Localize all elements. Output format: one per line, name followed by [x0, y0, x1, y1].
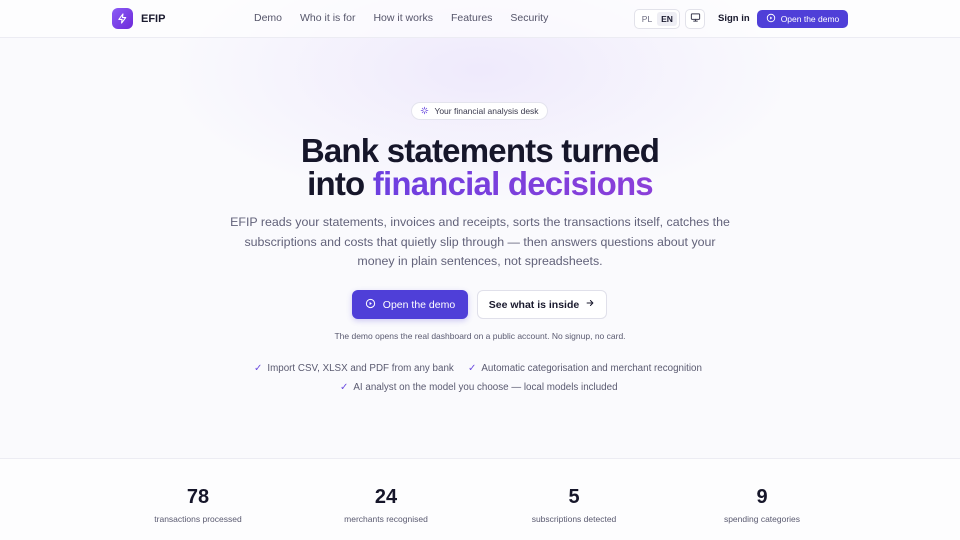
top-nav-bar: EFIP Demo Who it is for How it works Fea…: [0, 0, 960, 38]
stat-label: subscriptions detected: [531, 514, 617, 524]
header-open-demo-label: Open the demo: [780, 14, 840, 24]
nav-link-security[interactable]: Security: [510, 12, 548, 24]
hero-description: EFIP reads your statements, invoices and…: [230, 215, 730, 268]
stats-section: 78 transactions processed 24 merchants r…: [0, 458, 960, 540]
sign-in-link[interactable]: Sign in: [718, 13, 750, 24]
lang-option-pl[interactable]: PL: [637, 12, 657, 26]
headline-accent: financial decisions: [372, 165, 654, 202]
stat-transactions: 78 transactions processed: [108, 485, 288, 524]
feature-text: Import CSV, XLSX and PDF from any bank: [267, 363, 454, 374]
eyebrow-text: Your financial analysis desk: [434, 106, 539, 116]
hero-eyebrow-badge: Your financial analysis desk: [411, 102, 548, 120]
stat-label: transactions processed: [154, 514, 242, 524]
demo-note: The demo opens the real dashboard on a p…: [334, 331, 626, 341]
feature-item-categorisation: ✓ Automatic categorisation and merchant …: [468, 363, 702, 374]
nav-link-features[interactable]: Features: [451, 12, 492, 24]
headline-line-2-plain: into: [307, 165, 373, 202]
nav-link-how-it-works[interactable]: How it works: [373, 12, 433, 24]
stat-value: 9: [756, 486, 768, 508]
language-toggle: PL EN: [634, 9, 680, 29]
open-demo-button[interactable]: Open the demo: [352, 290, 468, 319]
main-nav: Demo Who it is for How it works Features…: [254, 12, 566, 24]
play-circle-icon: [365, 298, 376, 312]
play-circle-icon: [766, 13, 776, 25]
stat-categories: 9 spending categories: [672, 485, 852, 524]
stat-label: merchants recognised: [344, 514, 428, 524]
feature-item-import: ✓ Import CSV, XLSX and PDF from any bank: [254, 363, 454, 374]
lang-option-en[interactable]: EN: [657, 12, 677, 26]
display-mode-button[interactable]: [685, 9, 705, 29]
stat-value: 78: [186, 486, 210, 508]
check-icon: ✓: [340, 382, 349, 393]
stat-value: 5: [568, 486, 580, 508]
feature-text: AI analyst on the model you choose — loc…: [353, 382, 618, 393]
see-inside-button[interactable]: See what is inside: [477, 290, 607, 319]
stat-subscriptions: 5 subscriptions detected: [484, 485, 664, 524]
stat-label: spending categories: [723, 514, 801, 524]
stat-merchants: 24 merchants recognised: [296, 485, 476, 524]
feature-item-ai-analyst: ✓ AI analyst on the model you choose — l…: [340, 382, 618, 393]
nav-link-demo[interactable]: Demo: [254, 12, 282, 24]
nav-link-who-it-is-for[interactable]: Who it is for: [300, 12, 355, 24]
check-icon: ✓: [468, 363, 477, 374]
lightning-icon: [112, 8, 133, 29]
arrow-right-icon: [585, 298, 595, 311]
header-open-demo-button[interactable]: Open the demo: [757, 10, 848, 28]
brand-name: EFIP: [141, 12, 166, 25]
check-icon: ✓: [254, 363, 263, 374]
feature-text: Automatic categorisation and merchant re…: [481, 363, 702, 374]
monitor-icon: [690, 10, 701, 28]
headline-line-1: Bank statements turned: [300, 132, 660, 169]
open-demo-label: Open the demo: [382, 298, 456, 311]
brand[interactable]: EFIP: [112, 8, 165, 29]
stat-value: 24: [374, 486, 398, 508]
hero-headline: Bank statements turned into financial de…: [0, 134, 960, 200]
sparkle-icon: [420, 106, 429, 117]
see-inside-label: See what is inside: [488, 298, 580, 311]
